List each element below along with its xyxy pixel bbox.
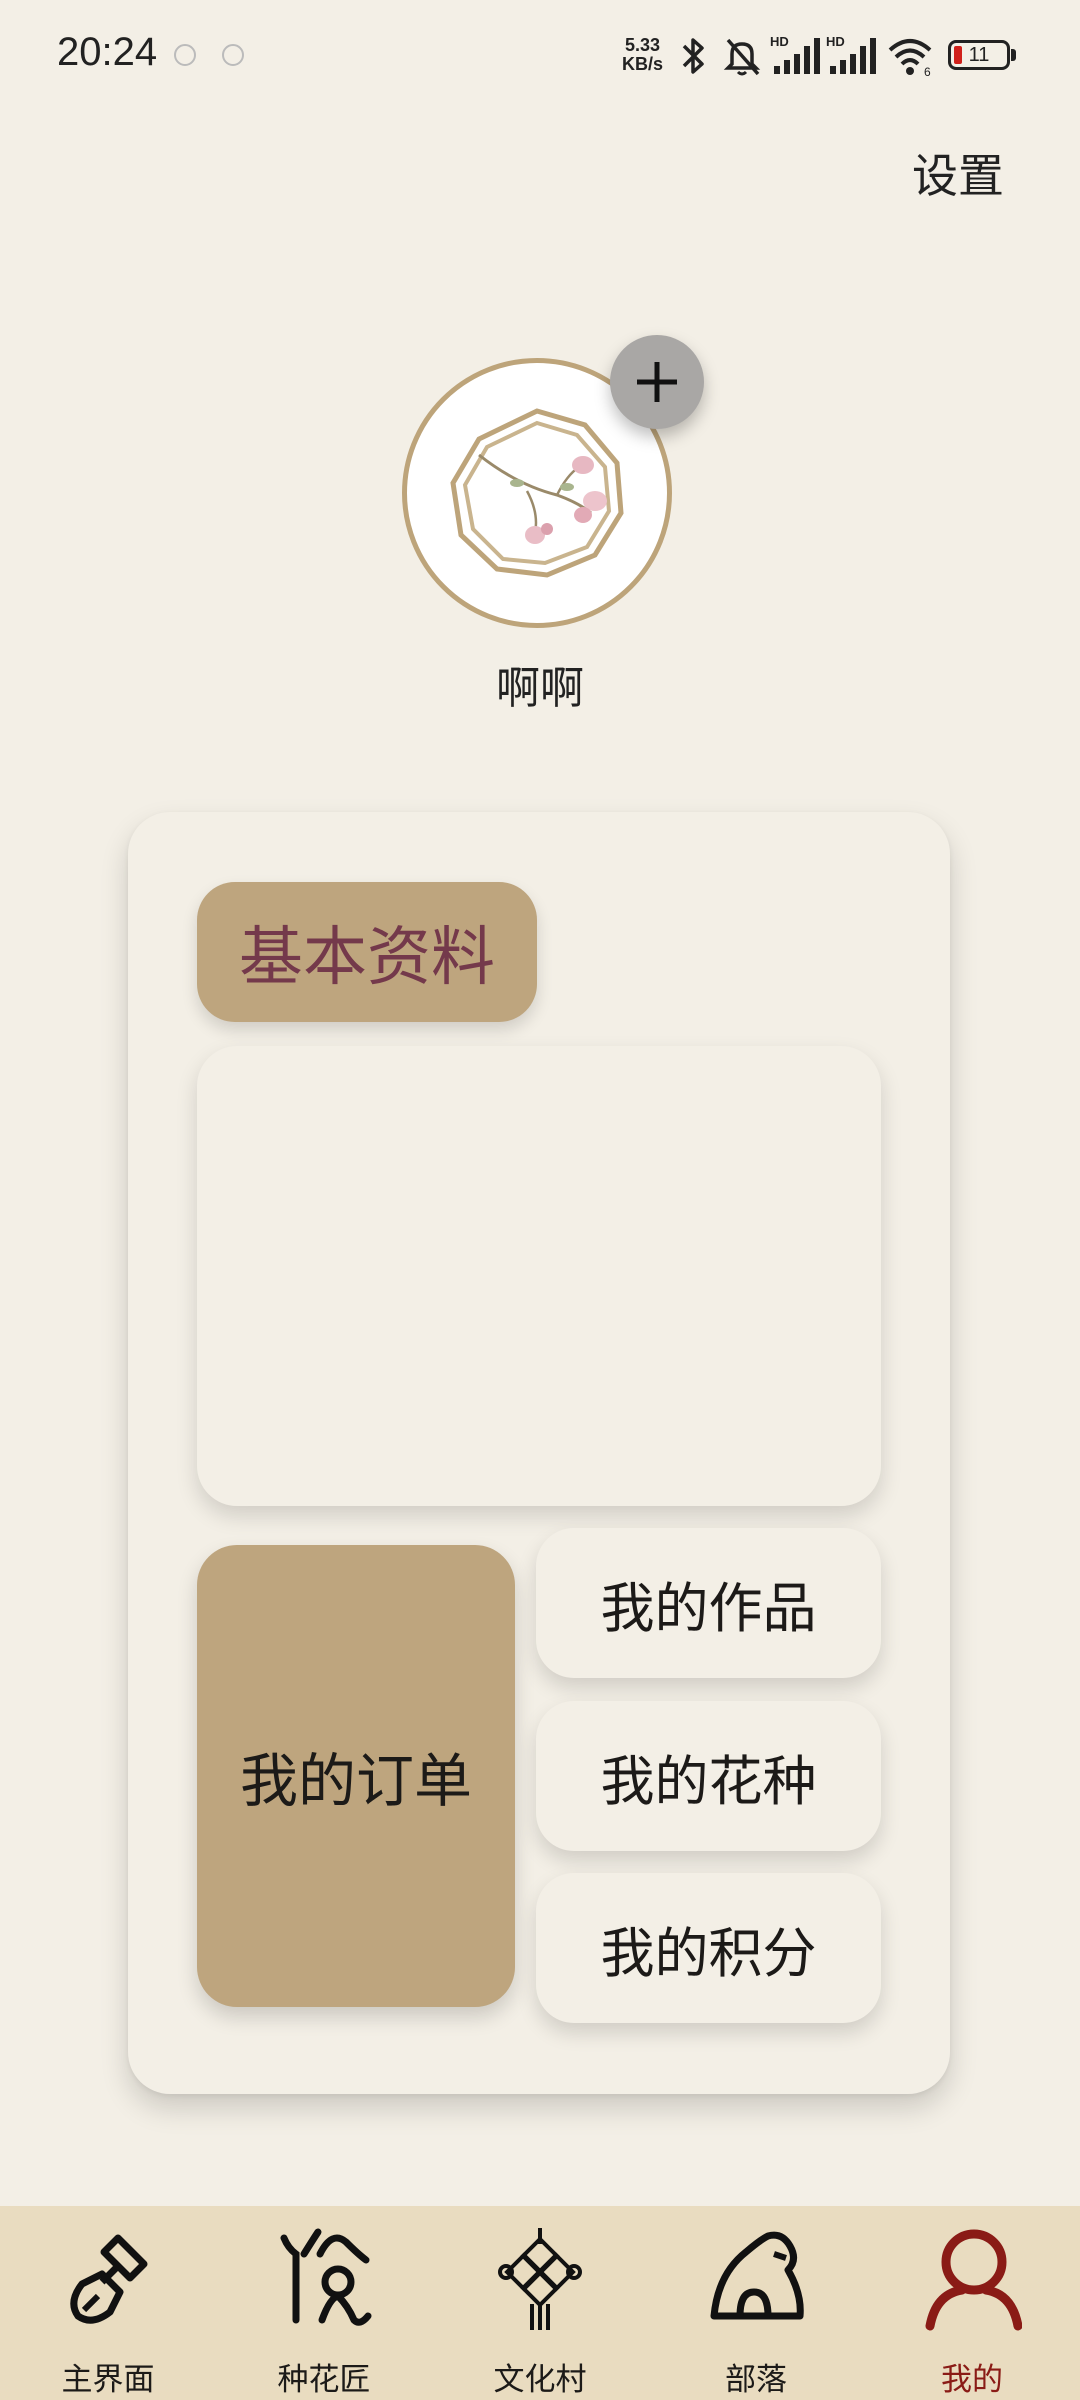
network-speed: 5.33 KB/s: [622, 35, 664, 74]
settings-button[interactable]: 设置: [912, 140, 1004, 206]
basic-info-tab[interactable]: 基本资料: [197, 882, 537, 1022]
person-icon: [925, 2229, 1022, 2331]
my-works-button[interactable]: 我的作品: [536, 1528, 881, 1678]
my-seeds-button[interactable]: 我的花种: [536, 1701, 881, 1851]
gardener-icon: [280, 2228, 372, 2326]
signal-icon: HD: [770, 34, 820, 74]
svg-text:6: 6: [924, 65, 931, 78]
notification-icon: [174, 44, 196, 66]
my-orders-button[interactable]: 我的订单: [197, 1545, 515, 2007]
notification-icon: [222, 44, 244, 66]
svg-text:HD: HD: [826, 34, 845, 49]
tab-label: 部落: [725, 2362, 787, 2398]
battery-indicator: 11: [948, 40, 1010, 70]
status-bar: 20:24 5.33 KB/s HD HD 6 11: [0, 0, 1080, 115]
basic-info-panel: [197, 1046, 881, 1506]
mute-bell-icon: [723, 38, 761, 76]
tab-label: 文化村: [493, 2362, 587, 2398]
chinese-knot-icon: [498, 2228, 582, 2330]
tab-tribe[interactable]: 部落: [648, 2206, 864, 2400]
hut-icon: [710, 2231, 804, 2320]
username: 啊啊: [496, 663, 584, 714]
plus-icon: [637, 362, 677, 402]
tab-label: 我的: [941, 2362, 1003, 2398]
bottom-tab-bar: 主界面 种花匠 文化村 部落 我的: [0, 2206, 1080, 2400]
tab-home[interactable]: 主界面: [0, 2206, 216, 2400]
svg-text:HD: HD: [770, 34, 789, 49]
tab-label: 种花匠: [277, 2362, 371, 2398]
status-time: 20:24: [57, 30, 158, 74]
bluetooth-icon: [682, 38, 704, 74]
tab-gardener[interactable]: 种花匠: [216, 2206, 432, 2400]
tab-culture-village[interactable]: 文化村: [432, 2206, 648, 2400]
tab-mine[interactable]: 我的: [864, 2206, 1080, 2400]
my-points-button[interactable]: 我的积分: [536, 1873, 881, 2023]
add-avatar-button[interactable]: [610, 335, 704, 429]
shovel-icon: [70, 2234, 148, 2324]
signal-icon: HD: [826, 34, 876, 74]
tab-label: 主界面: [61, 2362, 155, 2398]
wifi-icon: 6: [888, 39, 932, 78]
